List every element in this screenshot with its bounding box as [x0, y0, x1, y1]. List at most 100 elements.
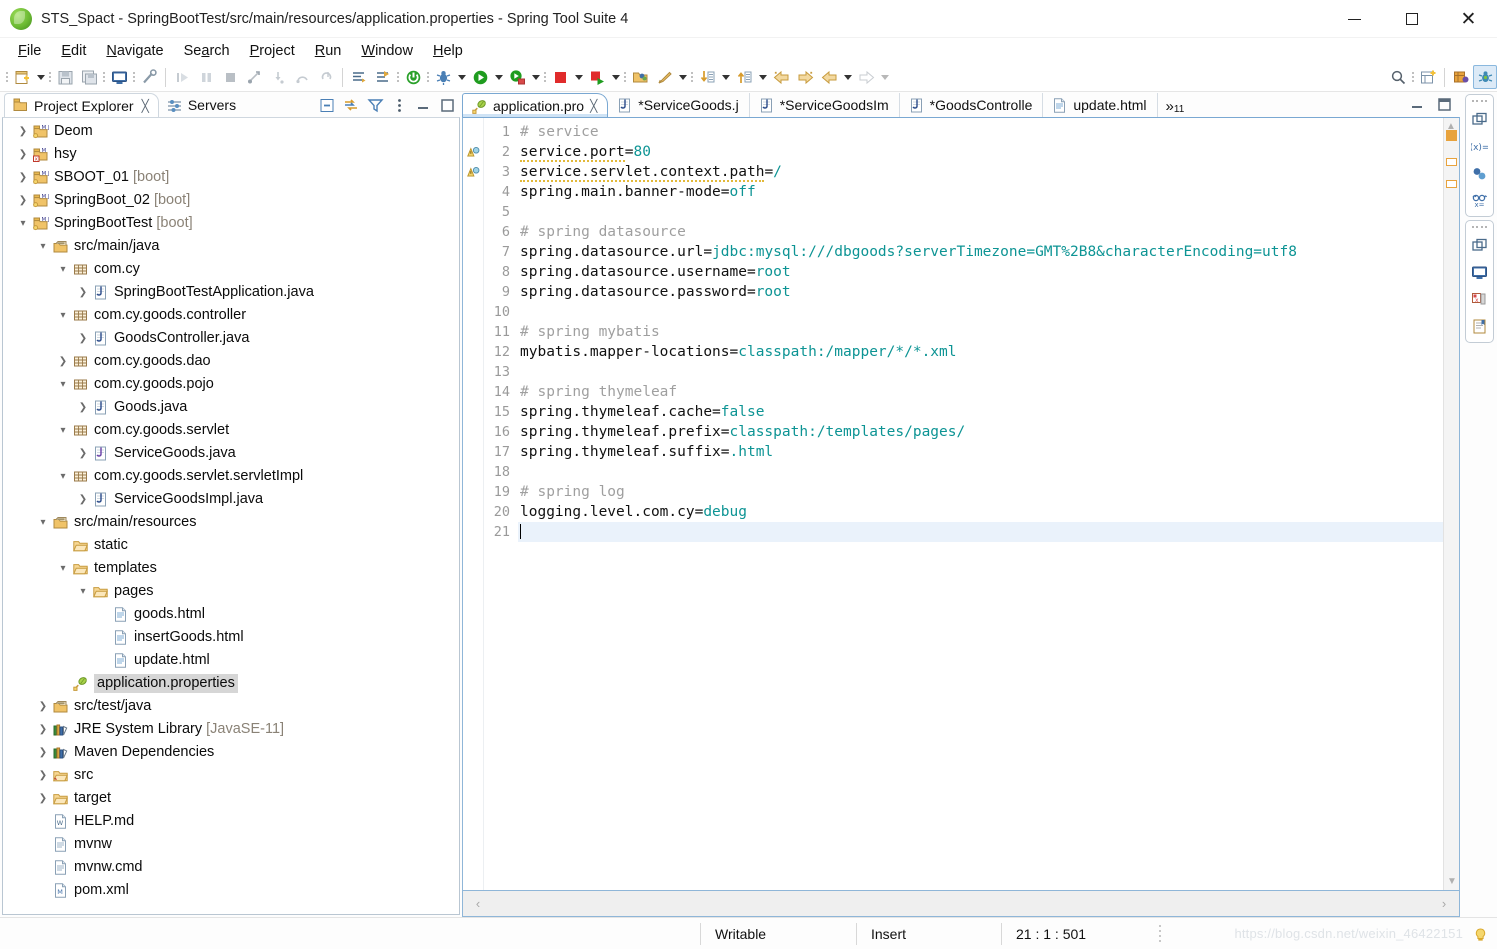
tree-item-servicegoods-java[interactable]: ❯ ServiceGoods.java [3, 442, 459, 465]
spring-perspective-icon[interactable] [1473, 65, 1497, 89]
last-edit-dropdown[interactable] [841, 65, 854, 89]
tree-item-com-cy[interactable]: ▾ com.cy [3, 258, 459, 281]
chevron-right-icon[interactable]: ❯ [35, 718, 51, 741]
tree-item-jre-system-library[interactable]: ❯ JRE System Library [JavaSE-11] [3, 718, 459, 741]
chevron-right-icon[interactable]: ❯ [15, 166, 31, 189]
next-annotation-dropdown[interactable] [756, 65, 769, 89]
tree-item-update-html[interactable]: update.html [3, 649, 459, 672]
run-dropdown[interactable] [492, 65, 505, 89]
power-icon[interactable] [401, 65, 425, 89]
stop-red-icon[interactable] [548, 65, 572, 89]
project-tree-container[interactable]: ❯ M J Deom ❯ Mx hsy ❯ M J SBOOT_01 [boot] ❯ M J Spr… [2, 117, 460, 915]
back-icon[interactable] [769, 65, 793, 89]
minimize-editor-icon[interactable] [1409, 96, 1426, 113]
close-button[interactable]: ✕ [1440, 0, 1497, 38]
code-line[interactable]: spring.datasource.username=root [518, 262, 1443, 282]
chevron-right-icon[interactable]: ❯ [35, 787, 51, 810]
new-wizard-icon[interactable] [10, 65, 34, 89]
variables-view-icon[interactable]: (x)= [1469, 136, 1490, 157]
restore-icon[interactable] [1469, 109, 1490, 130]
run-icon[interactable] [468, 65, 492, 89]
open-console-icon[interactable] [107, 65, 131, 89]
stop-dropdown[interactable] [572, 65, 585, 89]
fast-view-drag-handle[interactable] [1471, 98, 1488, 103]
tree-item-templates[interactable]: ▾ templates [3, 557, 459, 580]
overview-marker[interactable] [1446, 130, 1457, 141]
menu-project[interactable]: Project [240, 41, 305, 61]
code-line[interactable]: spring.thymeleaf.prefix=classpath:/templ… [518, 422, 1443, 442]
breakpoints-view-icon[interactable] [1469, 163, 1490, 184]
chevron-right-icon[interactable]: ❯ [55, 350, 71, 373]
view-menu-icon[interactable] [391, 97, 408, 114]
maximize-view-icon[interactable] [439, 97, 456, 114]
menu-window[interactable]: Window [351, 41, 423, 61]
tree-item-com-cy-goods-servlet[interactable]: ▾ com.cy.goods.servlet [3, 419, 459, 442]
tree-item-pages[interactable]: ▾ pages [3, 580, 459, 603]
code-line[interactable]: spring.datasource.password=root [518, 282, 1443, 302]
hscroll-right-arrow[interactable]: › [1429, 896, 1459, 911]
chevron-right-icon[interactable]: ❯ [15, 120, 31, 143]
run-external-icon[interactable] [505, 65, 529, 89]
text-editor[interactable]: 1 2 3 4 5 6 7 8 9 10 11 12 13 14 15 16 17 18 19 20 21 # serv… [462, 117, 1460, 891]
debug-dropdown[interactable] [455, 65, 468, 89]
warning-marker-icon[interactable] [463, 162, 483, 182]
menu-file[interactable]: File [8, 41, 51, 61]
chevron-down-icon[interactable]: ▾ [55, 465, 71, 488]
tree-item-com-cy-goods-dao[interactable]: ❯ com.cy.goods.dao [3, 350, 459, 373]
last-edit-icon[interactable] [817, 65, 841, 89]
chevron-down-icon[interactable]: ▾ [75, 580, 91, 603]
java-perspective-icon[interactable] [1449, 65, 1473, 89]
new-wizard-dropdown[interactable] [34, 65, 47, 89]
skip-breakpoints-icon[interactable] [347, 65, 371, 89]
forward-icon[interactable] [793, 65, 817, 89]
warning-marker-icon[interactable] [463, 142, 483, 162]
tree-item-deom[interactable]: ❯ M J Deom [3, 120, 459, 143]
tree-item-help-md[interactable]: W HELP.md [3, 810, 459, 833]
code-line[interactable]: # spring log [518, 482, 1443, 502]
editor-tab-servicegoodsim[interactable]: *ServiceGoodsIm [750, 93, 900, 117]
previous-annotation-dropdown[interactable] [719, 65, 732, 89]
relaunch-dropdown[interactable] [609, 65, 622, 89]
tab-project-explorer[interactable]: Project Explorer ╳ [4, 93, 159, 117]
code-line[interactable]: # spring datasource [518, 222, 1443, 242]
editor-tab-update.html[interactable]: update.html [1043, 93, 1158, 117]
tree-item-sboot-01[interactable]: ❯ M J SBOOT_01 [boot] [3, 166, 459, 189]
tree-item-springboottest[interactable]: ▾ M J SpringBootTest [boot] [3, 212, 459, 235]
quick-fix-icon[interactable] [137, 65, 161, 89]
save-icon[interactable] [53, 65, 77, 89]
editor-marker-ruler[interactable] [463, 118, 484, 890]
code-line[interactable] [518, 362, 1443, 382]
chevron-right-icon[interactable]: ❯ [35, 764, 51, 787]
chevron-right-icon[interactable]: ❯ [15, 143, 31, 166]
status-resize-handle[interactable] [1157, 925, 1163, 943]
chevron-down-icon[interactable]: ▾ [15, 212, 31, 235]
tree-item-com-cy-goods-controller[interactable]: ▾ com.cy.goods.controller [3, 304, 459, 327]
chevron-down-icon[interactable]: ▾ [55, 373, 71, 396]
hscroll-track[interactable] [493, 891, 1429, 917]
new-java-package-icon[interactable] [652, 65, 676, 89]
hscroll-left-arrow[interactable]: ‹ [463, 896, 493, 911]
menu-edit[interactable]: Edit [51, 41, 96, 61]
minimize-view-icon[interactable] [415, 97, 432, 114]
chevron-right-icon[interactable]: ❯ [75, 442, 91, 465]
tree-item-src-main-resources[interactable]: ▾ src/main/resources [3, 511, 459, 534]
chevron-right-icon[interactable]: ❯ [75, 488, 91, 511]
tree-item-mvnw-cmd[interactable]: mvnw.cmd [3, 856, 459, 879]
tab-servers[interactable]: Servers [159, 93, 245, 117]
code-line[interactable]: # service [518, 122, 1443, 142]
expressions-view-icon[interactable]: x= [1469, 190, 1490, 211]
chevron-right-icon[interactable]: ❯ [75, 327, 91, 350]
code-line[interactable]: logging.level.com.cy=debug [518, 502, 1443, 522]
previous-annotation-icon[interactable] [695, 65, 719, 89]
search-icon[interactable] [1386, 65, 1410, 89]
tree-item-pom-xml[interactable]: Mpom.xml [3, 879, 459, 902]
chevron-right-icon[interactable]: ❯ [35, 741, 51, 764]
code-line[interactable]: service.servlet.context.path=/ [518, 162, 1443, 182]
tree-item-goods-html[interactable]: goods.html [3, 603, 459, 626]
tree-item-application-properties[interactable]: application.properties [3, 672, 459, 695]
chevron-right-icon[interactable]: ❯ [35, 695, 51, 718]
chevron-right-icon[interactable]: ❯ [75, 396, 91, 419]
code-line[interactable]: spring.thymeleaf.suffix=.html [518, 442, 1443, 462]
tree-item-hsy[interactable]: ❯ Mx hsy [3, 143, 459, 166]
editor-tab-close-icon[interactable]: ╳ [590, 99, 597, 113]
